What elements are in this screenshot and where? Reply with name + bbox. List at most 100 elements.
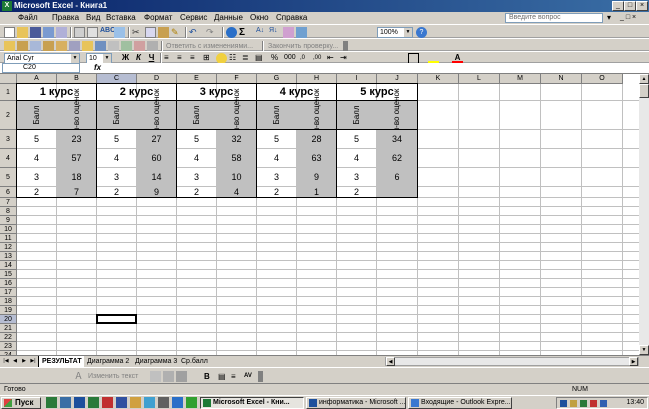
next-sheet-button[interactable]: ▶ — [20, 357, 28, 366]
insert-function-icon[interactable]: fx — [94, 63, 101, 73]
data-cell-r5-c10[interactable]: 6 — [377, 168, 417, 186]
tray-icon-5[interactable] — [600, 400, 607, 407]
score-header-5[interactable]: Балл — [337, 101, 376, 129]
horizontal-scrollbar[interactable]: ◀ ▶ — [385, 357, 639, 366]
data-cell-r6-c1[interactable]: 2 — [17, 187, 56, 197]
data-cell-r6-c9[interactable]: 2 — [337, 187, 376, 197]
paste-icon[interactable] — [158, 27, 169, 38]
data-cell-r3-c10[interactable]: 34 — [377, 130, 417, 148]
menu-data[interactable]: Данные — [214, 13, 243, 23]
row-header-15[interactable]: 15 — [0, 270, 17, 279]
quicklaunch-icon-9[interactable] — [158, 397, 169, 408]
data-cell-r4-c10[interactable]: 62 — [377, 149, 417, 167]
data-cell-r3-c2[interactable]: 23 — [57, 130, 96, 148]
excel-app-icon[interactable]: X — [2, 1, 12, 11]
data-cell-r6-c7[interactable]: 2 — [257, 187, 296, 197]
new-icon[interactable] — [4, 27, 15, 38]
row-header-11[interactable]: 11 — [0, 234, 17, 243]
drawing-options-icon[interactable] — [258, 371, 263, 382]
quicklaunch-icon-11[interactable] — [186, 397, 197, 408]
bold-draw-icon[interactable]: B — [204, 371, 215, 382]
scroll-up-button[interactable]: ▲ — [639, 74, 649, 84]
row-header-22[interactable]: 22 — [0, 333, 17, 342]
data-cell-r5-c5[interactable]: 3 — [177, 168, 216, 186]
autosum-icon[interactable]: Σ — [239, 27, 250, 38]
course-header-5[interactable]: 5 курс — [337, 84, 417, 100]
score-header-4[interactable]: Балл — [257, 101, 296, 129]
row-header-23[interactable]: 23 — [0, 342, 17, 351]
spreadsheet-grid[interactable]: ABCDEFGHIJKLMNO 1 2 3 4 5 6 7 8 9 10 11 12 13 14 15 16 1… — [0, 74, 639, 355]
course-header-4[interactable]: 4 курс — [257, 84, 336, 100]
data-cell-r3-c9[interactable]: 5 — [337, 130, 376, 148]
clock[interactable]: 13:40 — [626, 398, 644, 408]
active-cell[interactable] — [96, 314, 137, 324]
draw-tool-icon-1[interactable] — [150, 371, 161, 382]
data-cell-r3-c6[interactable]: 32 — [217, 130, 256, 148]
sort-ascending-icon[interactable]: А↓ — [256, 27, 267, 38]
menu-file[interactable]: Файл — [18, 13, 38, 23]
quicklaunch-icon-1[interactable] — [46, 397, 57, 408]
first-sheet-button[interactable]: |◀ — [2, 357, 10, 366]
zoom-select[interactable]: 100% ▼ — [377, 27, 413, 38]
row-header-18[interactable]: 18 — [0, 297, 17, 306]
column-header-n[interactable]: N — [541, 74, 582, 84]
count-header-4[interactable]: Кол-во оценок — [297, 89, 336, 141]
row-header-21[interactable]: 21 — [0, 324, 17, 333]
row-header-10[interactable]: 10 — [0, 225, 17, 234]
score-header-2[interactable]: Балл — [97, 101, 136, 129]
count-header-5[interactable]: Кол-во оценок — [377, 89, 417, 141]
edit-text-button[interactable]: Изменить текст — [88, 371, 138, 382]
row-header-9[interactable]: 9 — [0, 216, 17, 225]
tray-icon-3[interactable] — [580, 400, 587, 407]
align-text-icon[interactable]: ≡ — [231, 371, 242, 382]
row-header-4[interactable]: 4 — [0, 149, 17, 168]
format-painter-icon[interactable]: ✎ — [171, 27, 182, 38]
course-header-3[interactable]: 3 курс — [177, 84, 256, 100]
open-icon[interactable] — [17, 27, 28, 38]
row-header-19[interactable]: 19 — [0, 306, 17, 315]
scroll-left-button[interactable]: ◀ — [386, 357, 395, 366]
data-cell-r6-c4[interactable]: 9 — [137, 187, 176, 197]
start-button[interactable]: Пуск — [1, 397, 41, 409]
data-cell-r5-c7[interactable]: 3 — [257, 168, 296, 186]
row-header-8[interactable]: 8 — [0, 207, 17, 216]
row-header-14[interactable]: 14 — [0, 261, 17, 270]
drawing-icon[interactable] — [296, 27, 307, 38]
save-icon[interactable] — [30, 27, 41, 38]
taskbar-item-excel[interactable]: Microsoft Excel - Кни... — [200, 397, 304, 409]
data-cell-r6-c2[interactable]: 7 — [57, 187, 96, 197]
tray-icon-1[interactable] — [560, 400, 567, 407]
row-header-12[interactable]: 12 — [0, 243, 17, 252]
print-preview-icon[interactable] — [87, 27, 98, 38]
help-icon[interactable]: ? — [416, 27, 427, 38]
data-cell-r5-c3[interactable]: 3 — [97, 168, 136, 186]
data-cell-r6-c3[interactable]: 2 — [97, 187, 136, 197]
menu-view[interactable]: Вид — [86, 13, 100, 23]
data-cell-r4-c9[interactable]: 4 — [337, 149, 376, 167]
redo-icon[interactable]: ↷ — [206, 27, 217, 38]
quicklaunch-icon-4[interactable] — [88, 397, 99, 408]
spelling-icon[interactable]: ABC — [100, 27, 115, 38]
data-cell-r5-c8[interactable]: 9 — [297, 168, 336, 186]
score-header-1[interactable]: Балл — [17, 101, 56, 129]
score-header-3[interactable]: Балл — [177, 101, 216, 129]
quicklaunch-icon-2[interactable] — [60, 397, 71, 408]
chart-wizard-icon[interactable] — [283, 27, 294, 38]
formula-input[interactable] — [110, 63, 640, 73]
help-search-input[interactable]: Введите вопрос — [505, 13, 603, 23]
tray-icon-4[interactable] — [590, 400, 597, 407]
draw-tool-icon-3[interactable] — [176, 371, 187, 382]
data-cell-r4-c4[interactable]: 60 — [137, 149, 176, 167]
data-cell-r4-c2[interactable]: 57 — [57, 149, 96, 167]
data-cell-r3-c8[interactable]: 28 — [297, 130, 336, 148]
data-cell-r6-c8[interactable]: 1 — [297, 187, 336, 197]
data-cell-r4-c7[interactable]: 4 — [257, 149, 296, 167]
row-header-16[interactable]: 16 — [0, 279, 17, 288]
count-header-1[interactable]: Кол-во оценок — [57, 89, 96, 141]
select-all-corner[interactable] — [0, 74, 17, 84]
row-header-20[interactable]: 20 — [0, 315, 17, 324]
taskbar-item-outlook[interactable]: Входящие - Outlook Expre... — [408, 397, 512, 409]
data-cell-r3-c5[interactable]: 5 — [177, 130, 216, 148]
row-header-1[interactable]: 1 — [0, 84, 17, 101]
column-header-k[interactable]: K — [418, 74, 459, 84]
